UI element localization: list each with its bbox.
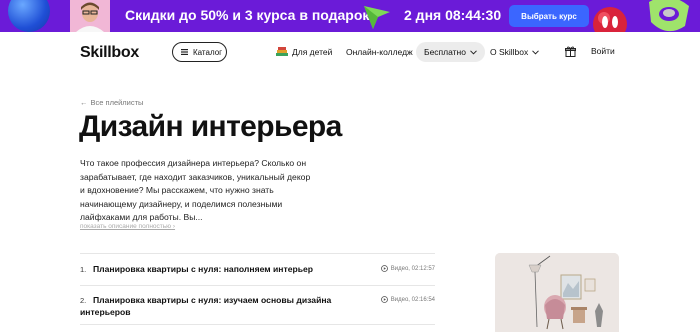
login-link[interactable]: Войти [591,46,615,56]
lesson-item[interactable]: 1. Планировка квартиры с нуля: наполняем… [80,263,435,277]
lesson-title: Планировка квартиры с нуля: наполняем ин… [93,264,314,274]
back-link[interactable]: ← Все плейлисты [80,98,143,107]
lesson-duration: Видео, 02:12:57 [390,265,435,272]
green-ring-decoration [649,0,689,32]
logo[interactable]: Skillbox [80,44,139,62]
lesson-title: Планировка квартиры с нуля: изучаем осно… [80,295,332,317]
lesson-item[interactable]: 2. Планировка квартиры с нуля: изучаем о… [80,294,435,320]
lesson-duration: Видео, 02:16:54 [390,296,435,303]
promo-text: Скидки до 50% и 3 курса в подарок [125,7,370,23]
catalog-button[interactable]: Каталог [172,42,227,62]
promo-timer: 2 дня 08:44:30 [404,7,502,23]
nav-college-label: Онлайн-колледж [346,47,413,57]
chevron-down-icon [470,49,477,55]
show-more-label: показать описание полностью [80,223,172,230]
nav-kids-label: Для детей [292,47,333,57]
catalog-label: Каталог [193,47,223,57]
nav-about-label: О Skillbox [490,47,529,57]
divider [80,324,435,325]
nav-free-label: Бесплатно [424,47,466,57]
promo-banner[interactable]: Скидки до 50% и 3 курса в подарок 2 дня … [0,0,700,32]
books-icon [276,47,288,56]
arrow-cursor-icon [364,6,390,29]
interior-illustration [495,253,619,332]
menu-icon [181,49,188,55]
back-link-label: Все плейлисты [90,98,144,107]
playlist-description: Что такое профессия дизайнера интерьера?… [80,158,311,222]
nav-college[interactable]: Онлайн-колледж [346,43,413,61]
nav-free[interactable]: Бесплатно [416,42,485,62]
play-icon [380,265,388,272]
divider [80,285,435,286]
lesson-meta: Видео, 02:16:54 [380,296,435,303]
playlist-thumbnail[interactable] [495,253,619,332]
show-more-link[interactable]: показать описание полностью › [80,223,175,230]
choose-course-button[interactable]: Выбрать курс [509,5,589,27]
chevron-down-icon [532,49,540,55]
arrow-left-icon: ← [80,98,88,107]
nav-kids[interactable]: Для детей [276,43,332,61]
nav-about[interactable]: О Skillbox [490,43,540,61]
lesson-number: 1. [80,265,87,274]
page-title: Дизайн интерьера [79,110,342,143]
person-illustration [70,0,110,32]
divider [80,253,435,254]
blue-ball-decoration [8,0,50,32]
gift-icon[interactable] [565,46,576,57]
play-icon [380,296,388,303]
red-ball-decoration [593,7,627,32]
lesson-meta: Видео, 02:12:57 [380,265,435,272]
